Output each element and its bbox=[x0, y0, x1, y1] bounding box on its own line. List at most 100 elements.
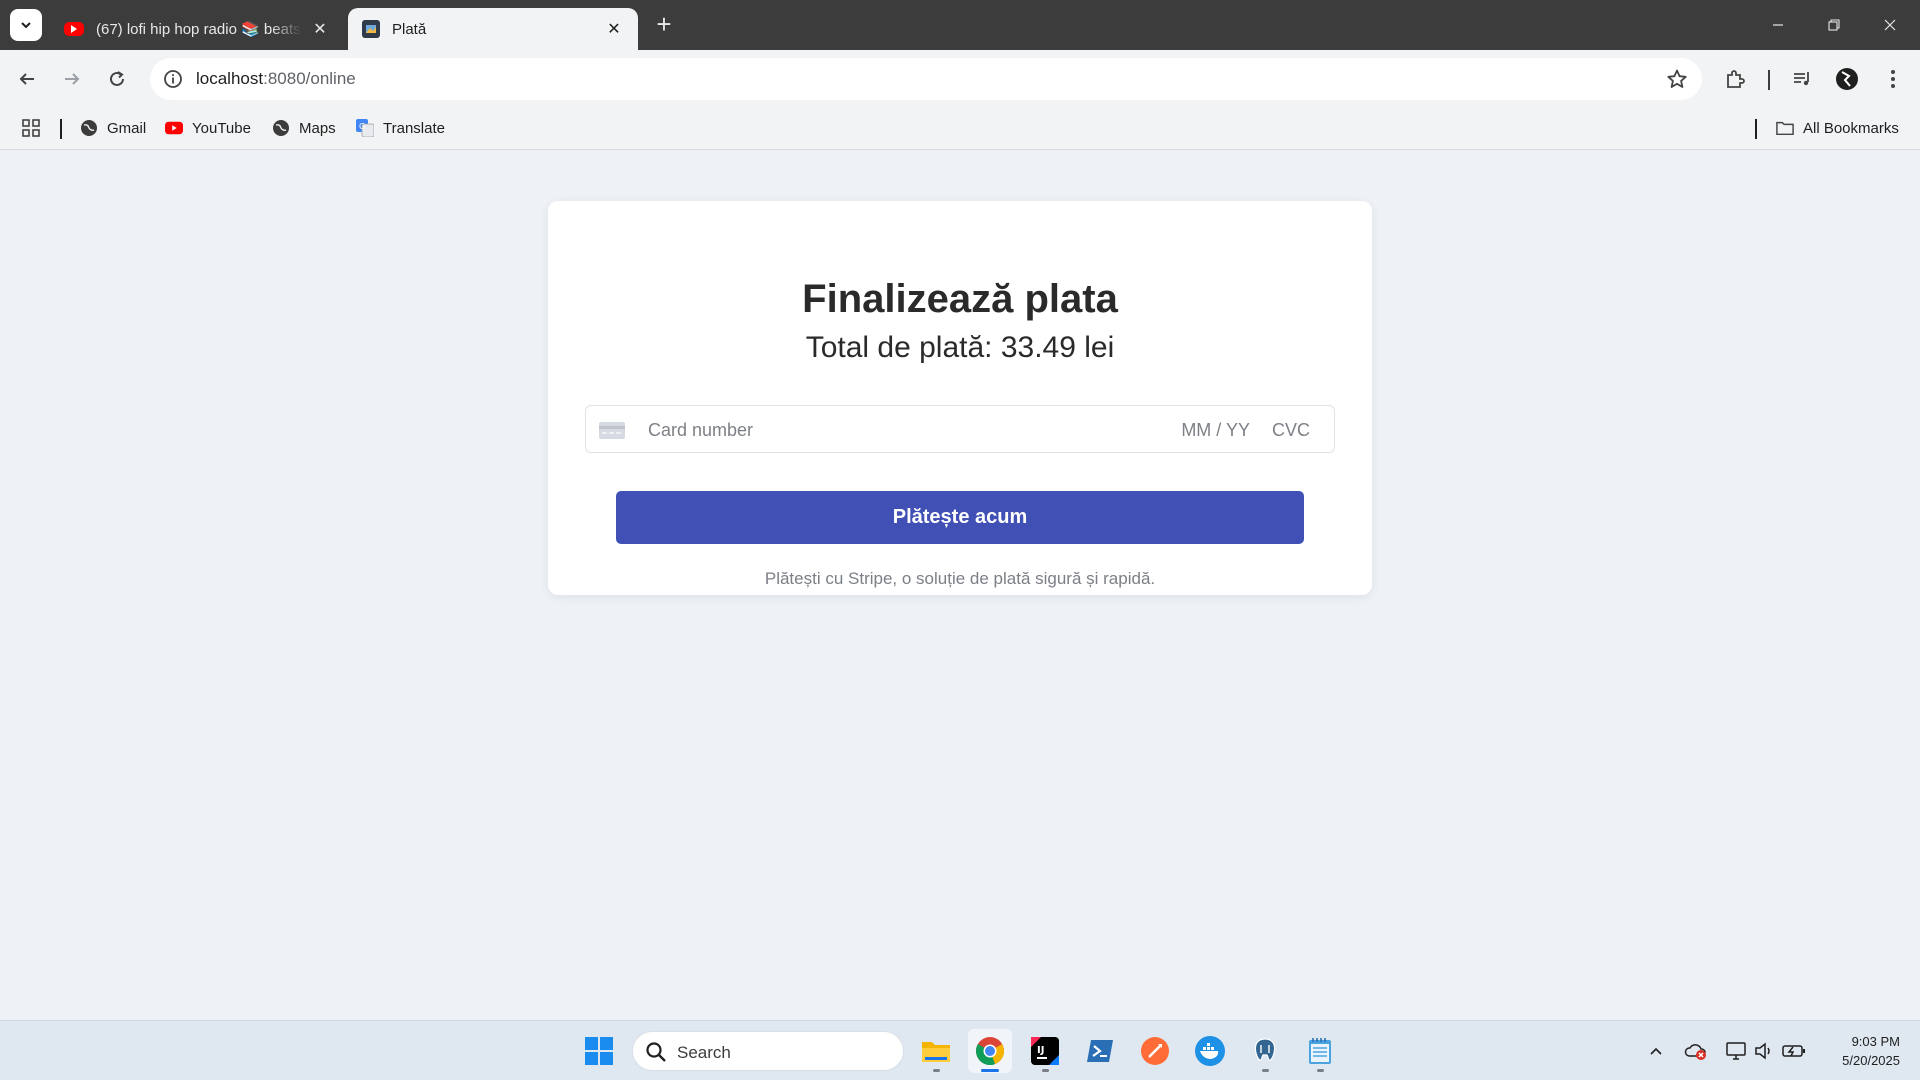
card-input[interactable]: Card number MM / YY CVC bbox=[585, 405, 1335, 453]
running-indicator bbox=[933, 1069, 940, 1072]
apps-button[interactable] bbox=[22, 108, 40, 148]
back-button[interactable] bbox=[12, 64, 42, 94]
globe-icon bbox=[272, 119, 290, 137]
payment-total: Total de plată: 33.49 lei bbox=[805, 331, 1115, 364]
close-window-button[interactable] bbox=[1862, 0, 1918, 50]
powershell-app[interactable] bbox=[1078, 1029, 1122, 1073]
bookmark-youtube[interactable]: YouTube bbox=[165, 108, 251, 148]
address-bar[interactable]: localhost:8080/online bbox=[150, 58, 1702, 100]
bookmark-label: Gmail bbox=[107, 119, 147, 137]
card-number-field[interactable]: Card number bbox=[648, 420, 753, 441]
notepad-icon bbox=[1309, 1038, 1331, 1064]
onedrive-error-icon[interactable] bbox=[1684, 1039, 1708, 1063]
bookmark-gmail[interactable]: Gmail bbox=[80, 108, 146, 148]
arrow-left-icon bbox=[19, 73, 34, 85]
postgresql-app[interactable] bbox=[1243, 1029, 1287, 1073]
windows-logo-icon bbox=[585, 1037, 613, 1065]
taskbar-clock[interactable]: 9:03 PM 5/20/2025 bbox=[1814, 1032, 1900, 1070]
powershell-icon bbox=[1087, 1040, 1113, 1062]
apps-grid-icon bbox=[22, 119, 40, 137]
bookmark-label: Translate bbox=[383, 119, 445, 137]
windows-start-button[interactable] bbox=[584, 1036, 614, 1066]
chevron-up-icon bbox=[1650, 1047, 1662, 1055]
youtube-icon bbox=[64, 22, 84, 36]
chrome-app[interactable] bbox=[968, 1029, 1012, 1073]
translate-icon: G bbox=[356, 119, 374, 137]
stripe-note: Plătești cu Stripe, o soluție de plată s… bbox=[764, 569, 1156, 588]
volume-icon[interactable] bbox=[1752, 1039, 1776, 1063]
minimize-icon bbox=[1773, 24, 1783, 26]
folder-icon bbox=[1776, 119, 1794, 137]
tab-plata[interactable]: Plată ✕ bbox=[348, 8, 638, 50]
close-icon bbox=[1884, 19, 1896, 31]
close-icon[interactable]: ✕ bbox=[604, 19, 624, 39]
site-favicon bbox=[362, 20, 380, 38]
tab-youtube[interactable]: (67) lofi hip hop radio 📚 beats to relax… bbox=[50, 8, 344, 50]
globe-icon bbox=[80, 119, 98, 137]
bookmark-translate[interactable]: G Translate bbox=[356, 108, 445, 148]
intellij-app[interactable]: IJ bbox=[1023, 1029, 1067, 1073]
chrome-icon bbox=[976, 1037, 1004, 1066]
tab-title: Plată bbox=[392, 20, 427, 38]
running-indicator bbox=[1042, 1069, 1049, 1072]
card-expiry-field[interactable]: MM / YY bbox=[1181, 420, 1250, 441]
pay-now-button[interactable]: Plătește acum bbox=[616, 491, 1304, 544]
close-icon[interactable]: ✕ bbox=[310, 19, 330, 39]
file-explorer-app[interactable] bbox=[914, 1029, 958, 1073]
new-tab-button[interactable]: + bbox=[652, 11, 676, 37]
docker-icon bbox=[1195, 1036, 1225, 1066]
profile-avatar[interactable] bbox=[1834, 66, 1860, 92]
bookmarks-divider bbox=[1755, 119, 1757, 139]
all-bookmarks-button[interactable]: All Bookmarks bbox=[1776, 108, 1899, 148]
battery-icon[interactable] bbox=[1782, 1039, 1806, 1063]
reload-button[interactable] bbox=[102, 64, 132, 94]
postman-app[interactable] bbox=[1133, 1029, 1177, 1073]
more-menu-icon[interactable] bbox=[1880, 66, 1906, 92]
page-content: Finalizează plata Total de plată: 33.49 … bbox=[0, 151, 1920, 1020]
bookmark-label: Maps bbox=[299, 119, 336, 137]
url-text[interactable]: localhost:8080/online bbox=[196, 69, 356, 89]
intellij-icon: IJ bbox=[1031, 1037, 1059, 1065]
folder-icon bbox=[922, 1042, 950, 1062]
url-host: localhost bbox=[196, 69, 264, 88]
show-hidden-icons-button[interactable] bbox=[1644, 1039, 1668, 1063]
taskbar-search-placeholder: Search bbox=[677, 1043, 731, 1062]
bookmark-star-icon[interactable] bbox=[1666, 68, 1688, 90]
minimize-button[interactable] bbox=[1750, 0, 1806, 50]
browser-toolbar: localhost:8080/online bbox=[0, 50, 1920, 108]
bookmark-maps[interactable]: Maps bbox=[272, 108, 336, 148]
clock-time: 9:03 PM bbox=[1851, 1034, 1900, 1049]
bookmark-label: YouTube bbox=[192, 119, 251, 137]
network-icon[interactable] bbox=[1724, 1039, 1748, 1063]
clock-date: 5/20/2025 bbox=[1842, 1053, 1900, 1068]
arrow-right-icon bbox=[65, 73, 80, 85]
tab-title: (67) lofi hip hop radio 📚 beats to relax… bbox=[96, 21, 302, 38]
windows-taskbar: Search IJ 9:03 PM 5/20/2025 bbox=[0, 1020, 1920, 1080]
notepad-app[interactable] bbox=[1298, 1029, 1342, 1073]
bookmarks-divider bbox=[60, 119, 62, 139]
card-cvc-field[interactable]: CVC bbox=[1272, 420, 1310, 441]
running-indicator bbox=[981, 1069, 999, 1072]
postgresql-icon bbox=[1254, 1038, 1276, 1061]
svg-text:IJ: IJ bbox=[1037, 1045, 1044, 1056]
taskbar-search[interactable]: Search bbox=[632, 1031, 904, 1071]
forward-button[interactable] bbox=[57, 64, 87, 94]
bookmarks-bar: Gmail YouTube Maps G Translate All Bookm… bbox=[0, 108, 1920, 150]
restore-icon bbox=[1828, 19, 1840, 31]
info-icon[interactable] bbox=[162, 68, 184, 90]
running-indicator bbox=[1262, 1069, 1269, 1072]
tab-search-button[interactable] bbox=[10, 9, 42, 41]
reload-icon bbox=[110, 71, 124, 86]
svg-text:G: G bbox=[359, 122, 365, 131]
youtube-icon bbox=[165, 119, 183, 137]
extensions-icon[interactable] bbox=[1722, 66, 1748, 92]
restore-button[interactable] bbox=[1806, 0, 1862, 50]
page-title: Finalizează plata bbox=[802, 277, 1118, 321]
all-bookmarks-label: All Bookmarks bbox=[1803, 119, 1899, 137]
browser-tabstrip: (67) lofi hip hop radio 📚 beats to relax… bbox=[0, 0, 1920, 50]
media-control-icon[interactable] bbox=[1789, 66, 1815, 92]
url-path: :8080/online bbox=[263, 69, 356, 88]
postman-icon bbox=[1141, 1037, 1169, 1065]
docker-app[interactable] bbox=[1188, 1029, 1232, 1073]
running-indicator bbox=[1317, 1069, 1324, 1072]
